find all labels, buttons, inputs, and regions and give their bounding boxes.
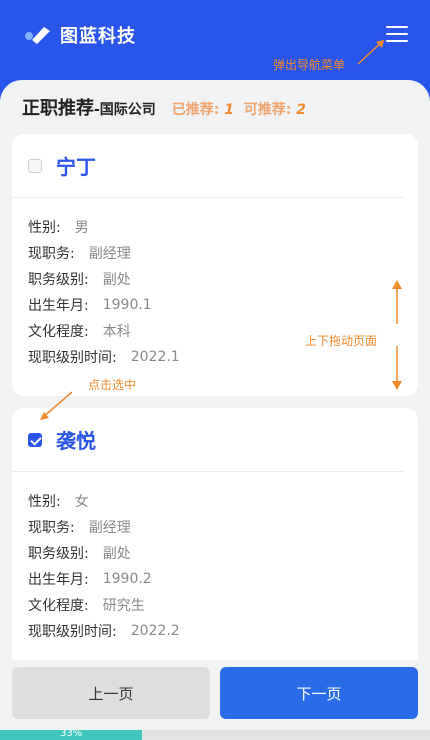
candidate-fields: 性别: 女 现职务: 副经理 职务级别: 副处 出生年月: 1990.2 文化程度: 研究…: [12, 472, 418, 644]
page-subtitle: -国际公司: [94, 102, 156, 118]
recommended-stat: 已推荐: 1 可推荐: 2: [172, 99, 306, 119]
prev-page-button[interactable]: 上一页: [12, 667, 210, 719]
field-row: 现职务: 副经理: [28, 246, 131, 262]
candidate-name: 袭悦: [56, 429, 96, 453]
page-title: 正职推荐: [22, 98, 94, 119]
field-row: 文化程度: 研究生: [28, 598, 145, 614]
app-title: 图蓝科技: [60, 26, 136, 47]
annotation-drag: 上下拖动页面: [305, 334, 378, 348]
recommended-count: 1: [224, 102, 235, 118]
candidate-checkbox[interactable]: [28, 158, 42, 173]
candidate-card[interactable]: 宁丁 性别: 男 现职务: 副经理 职务级别: 副处 出生年月: 1990.1 文化程度…: [12, 134, 418, 396]
field-row: 出生年月: 1990.2: [28, 571, 152, 588]
field-row: 现职级别时间: 2022.2: [28, 623, 180, 640]
available-count: 2: [296, 102, 307, 118]
drag-arrows-icon: [392, 280, 402, 390]
hamburger-menu-icon: [386, 26, 408, 28]
page-title-row: 正职推荐 -国际公司 已推荐: 1 可推荐: 2: [22, 94, 306, 120]
app-logo: 图蓝科技: [24, 22, 136, 48]
available-label: 可推荐:: [243, 102, 292, 118]
field-row: 性别: 男: [28, 220, 89, 236]
field-row: 性别: 女: [28, 494, 89, 510]
field-row: 职务级别: 副处: [28, 272, 131, 288]
annotation-menu: 弹出导航菜单: [273, 58, 346, 72]
logo-check-icon: [24, 23, 54, 47]
field-row: 出生年月: 1990.1: [28, 297, 152, 314]
annotation-arrow-icon: [40, 391, 73, 420]
main-panel[interactable]: 正职推荐 -国际公司 已推荐: 1 可推荐: 2 宁丁 性别: 男 现职务: 副经理…: [0, 80, 430, 660]
candidate-card[interactable]: 袭悦 性别: 女 现职务: 副经理 职务级别: 副处 出生年月: 1990.2 文化程度…: [12, 408, 418, 660]
candidate-checkbox-checked[interactable]: [28, 432, 42, 447]
candidate-header[interactable]: 宁丁: [12, 134, 404, 198]
field-row: 职务级别: 副处: [28, 546, 131, 562]
pagination-footer: 上一页 下一页: [0, 660, 430, 730]
candidate-name: 宁丁: [56, 155, 96, 179]
annotation-select: 点击选中: [88, 378, 137, 392]
progress-bar: 33%: [0, 728, 430, 740]
recommended-label: 已推荐:: [171, 102, 220, 118]
next-page-button[interactable]: 下一页: [220, 667, 418, 719]
annotation-arrow-icon: [357, 39, 385, 65]
field-row: 现职务: 副经理: [28, 520, 131, 536]
progress-label: 33%: [60, 728, 83, 739]
